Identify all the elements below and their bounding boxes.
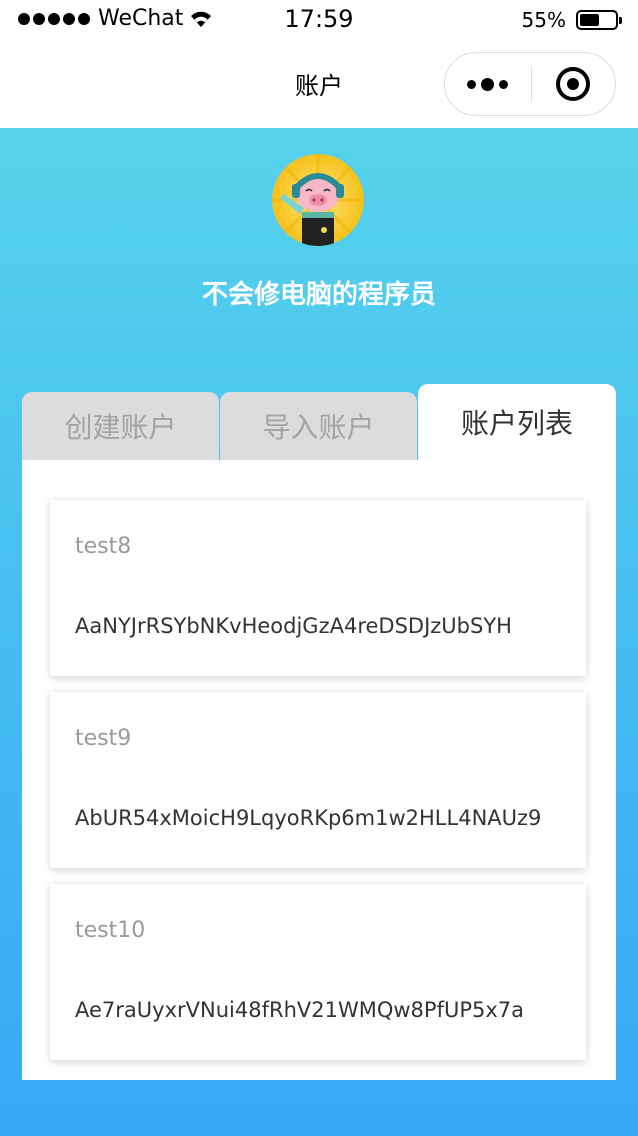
account-name: test9 xyxy=(75,726,132,751)
nav-bar: 账户 xyxy=(0,40,638,128)
pig-avatar-icon xyxy=(272,154,364,246)
tab-import-account[interactable]: 导入账户 xyxy=(220,392,417,460)
account-name: test8 xyxy=(75,534,132,559)
account-card[interactable]: test9 AbUR54xMoicH9LqyoRKp6m1w2HLL4NAUz9 xyxy=(50,692,586,868)
main-content: 不会修电脑的程序员 创建账户 导入账户 账户列表 test8 AaNYJrRSY… xyxy=(0,128,638,1136)
account-address: AaNYJrRSYbNKvHeodjGzA4reDSDJzUbSYH xyxy=(75,614,512,638)
account-address: Ae7raUyxrVNui48fRhV21WMQw8PfUP5x7a xyxy=(75,998,525,1022)
username: 不会修电脑的程序员 xyxy=(201,280,436,310)
close-button[interactable] xyxy=(532,53,616,115)
tab-account-list[interactable]: 账户列表 xyxy=(418,384,616,460)
account-card[interactable]: test10 Ae7raUyxrVNui48fRhV21WMQw8PfUP5x7… xyxy=(50,884,586,1060)
target-icon xyxy=(556,67,591,101)
account-list-panel: test8 AaNYJrRSYbNKvHeodjGzA4reDSDJzUbSYH… xyxy=(22,460,616,1080)
battery-fill xyxy=(580,14,599,26)
battery-group: 55% xyxy=(521,8,622,32)
battery-icon xyxy=(576,10,622,30)
battery-percent: 55% xyxy=(521,8,566,32)
account-card[interactable]: test8 AaNYJrRSYbNKvHeodjGzA4reDSDJzUbSYH xyxy=(50,500,586,676)
status-bar: WeChat 17:59 55% xyxy=(0,0,638,40)
more-button[interactable] xyxy=(445,53,531,115)
avatar xyxy=(272,154,364,246)
tab-create-account[interactable]: 创建账户 xyxy=(22,392,219,460)
account-name: test10 xyxy=(75,918,146,943)
account-address: AbUR54xMoicH9LqyoRKp6m1w2HLL4NAUz9 xyxy=(75,806,542,830)
more-dots-icon xyxy=(467,79,477,89)
mini-program-capsule xyxy=(444,52,616,116)
